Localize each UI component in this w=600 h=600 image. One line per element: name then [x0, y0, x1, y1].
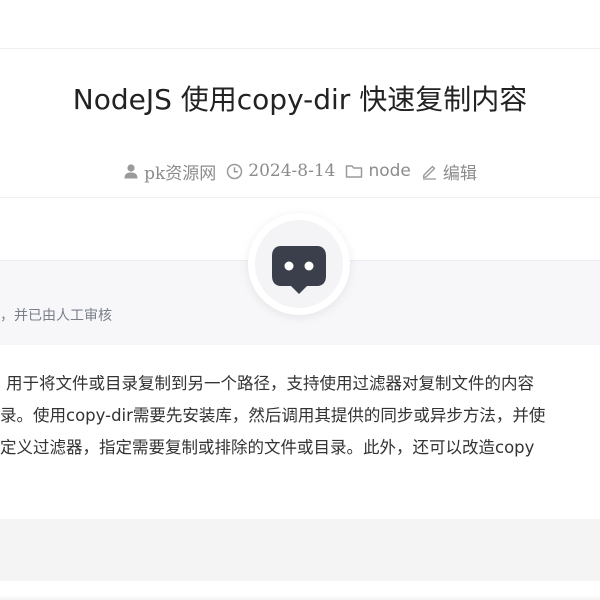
meta-edit-text: 编辑 [442, 163, 477, 184]
header-divider [0, 48, 600, 49]
ai-summary-line: 定义过滤器，指定需要复制或排除的文件或目录。此外，还可以改造copy [0, 438, 535, 457]
ai-summary-body: 用于将文件或目录复制到另一个路径，支持使用过滤器对复制文件的内容 录。使用cop… [0, 368, 600, 464]
article-page: NodeJS 使用copy-dir 快速复制内容 pk资源网 2024-8-14… [0, 0, 600, 600]
meta-date: 2024-8-14 [226, 161, 335, 181]
ai-robot-icon [272, 246, 326, 294]
meta-edit-link[interactable]: 编辑 [421, 159, 477, 184]
meta-author-text: pk资源网 [144, 163, 217, 184]
article-meta: pk资源网 2024-8-14 node 编辑 [0, 158, 600, 184]
article-title: NodeJS 使用copy-dir 快速复制内容 [72, 83, 528, 116]
meta-date-text: 2024-8-14 [248, 161, 336, 181]
user-icon [124, 164, 138, 179]
ai-summary-note: ，并已由人工审核 [0, 308, 112, 324]
ai-summary-line: 录。使用copy-dir需要先安装库，然后调用其提供的同步或异步方法，并使 [0, 406, 546, 425]
meta-category[interactable]: node [345, 161, 411, 181]
bottom-fade [0, 596, 600, 600]
ai-summary-line: 用于将文件或目录复制到另一个路径，支持使用过滤器对复制文件的内容 [6, 374, 534, 393]
content-block-placeholder [0, 519, 600, 581]
edit-pencil-icon [422, 165, 436, 180]
meta-category-text: node [368, 161, 411, 181]
ai-robot-avatar [248, 213, 350, 315]
meta-divider [0, 197, 600, 198]
folder-icon [346, 165, 363, 178]
clock-icon [227, 163, 243, 179]
meta-author[interactable]: pk资源网 [123, 159, 216, 184]
